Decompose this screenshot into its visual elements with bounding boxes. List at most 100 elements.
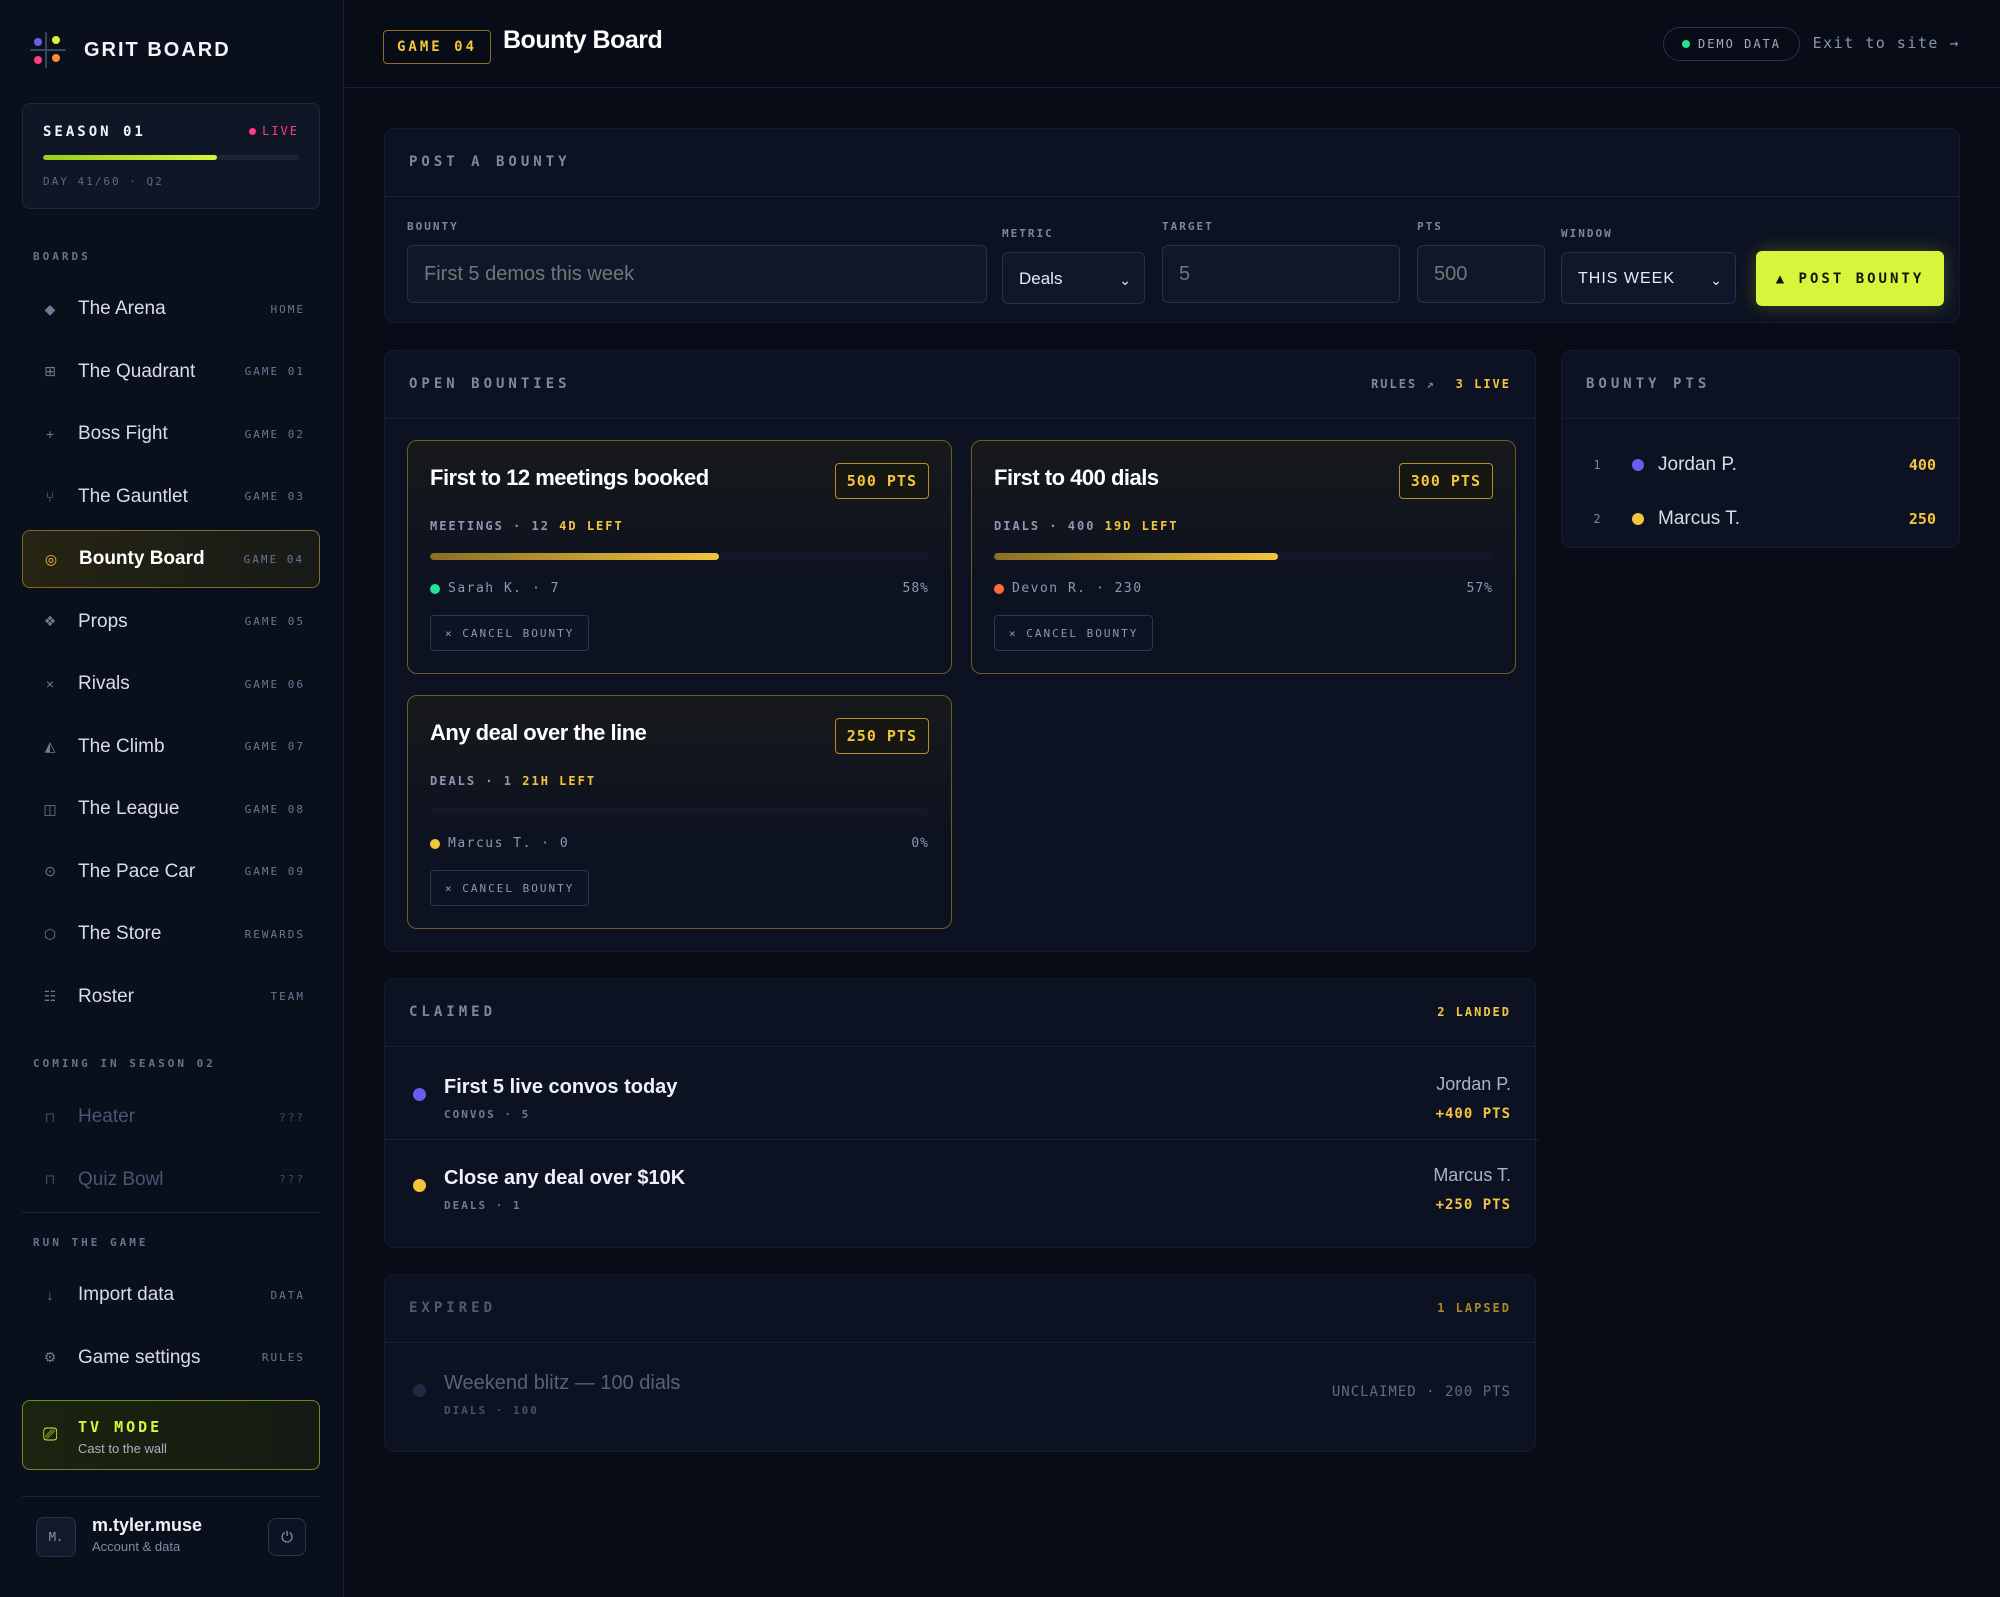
post-bounty-title: POST A BOUNTY: [409, 154, 571, 170]
target-input[interactable]: [1162, 245, 1400, 303]
brand[interactable]: GRIT BOARD: [30, 32, 231, 68]
sidebar-run-item-label: Game settings: [78, 1346, 201, 1368]
bounty-input[interactable]: [407, 245, 987, 303]
expired-header: EXPIRED 1 LAPSED: [385, 1275, 1535, 1343]
bounty-progress-bar: [430, 808, 928, 815]
bounty-card-pts: 250 PTS: [834, 718, 929, 754]
live-dot-icon: [249, 127, 257, 135]
user-account[interactable]: M. m.tyler.muse Account & data ⏻: [22, 1496, 320, 1576]
sidebar-item-label: The Climb: [78, 735, 165, 757]
claimed-count: 2 LANDED: [1437, 1005, 1511, 1019]
bounty-card-metric: MEETINGS · 12: [430, 519, 550, 533]
expired-title: EXPIRED: [409, 1300, 497, 1316]
sidebar-item-1[interactable]: ⊞ The Quadrant GAME 01: [22, 343, 320, 401]
open-bounties-panel: OPEN BOUNTIES RULES ↗ 3 LIVE First to 12…: [384, 350, 1536, 952]
cancel-bounty-button[interactable]: × CANCEL BOUNTY: [430, 615, 590, 651]
tv-mode-title: TV MODE: [78, 1418, 163, 1436]
bounty-card-pct: 57%: [1466, 581, 1493, 596]
sidebar-item-5[interactable]: ❖ Props GAME 05: [22, 593, 320, 651]
season-progress-bar: [43, 155, 299, 160]
sidebar-run-item-1[interactable]: ⚙ Game settings RULES: [22, 1329, 320, 1387]
cancel-bounty-button[interactable]: × CANCEL BOUNTY: [994, 615, 1154, 651]
sidebar-item-tag: GAME 08: [244, 802, 305, 816]
bounty-card-leader: Marcus T. · 0: [430, 836, 569, 851]
window-label: WINDOW: [1561, 227, 1613, 240]
sidebar-item-3[interactable]: ⑂ The Gauntlet GAME 03: [22, 468, 320, 526]
sidebar-item-label: Rivals: [78, 673, 130, 694]
open-bounties-title: OPEN BOUNTIES: [409, 376, 571, 392]
sidebar-item-label: The Pace Car: [78, 860, 196, 882]
sidebar-run-item-0[interactable]: ↓ Import data DATA: [22, 1266, 320, 1324]
sidebar-item-9[interactable]: ⊙ The Pace Car GAME 09: [22, 843, 320, 901]
bounty-card-pts: 500 PTS: [834, 463, 929, 499]
pts-input[interactable]: [1417, 245, 1545, 303]
bounty-card-pct: 0%: [911, 836, 929, 851]
sidebar-item-11[interactable]: ☷ Roster TEAM: [22, 968, 320, 1026]
power-icon[interactable]: ⏻: [268, 1518, 306, 1556]
claimed-by: Jordan P.: [1436, 1074, 1511, 1094]
bounty-card-leader: Devon R. · 230: [994, 581, 1143, 596]
sidebar-run-item-icon: ↓: [46, 1287, 54, 1303]
claimed-row[interactable]: Close any deal over $10K DEALS · 1 Marcus …: [385, 1139, 1539, 1229]
coming-section-label: COMING IN SEASON 02: [33, 1057, 216, 1070]
bounty-pts-panel: BOUNTY PTS 1 Jordan P. 400 2 Marcus T. 250: [1561, 350, 1960, 548]
sidebar-item-label: The Gauntlet: [78, 485, 188, 507]
bounty-card[interactable]: First to 400 dials 300 PTS DIALS · 400 19D…: [971, 440, 1516, 674]
sidebar-item-7[interactable]: ◭ The Climb GAME 07: [22, 718, 320, 776]
bounty-card-pct: 58%: [902, 581, 929, 596]
leader-name: Marcus T. · 0: [448, 836, 570, 851]
rules-link[interactable]: RULES ↗: [1371, 377, 1436, 391]
rank-row[interactable]: 1 Jordan P. 400: [1562, 439, 1960, 491]
season-card: SEASON 01 LIVE DAY 41/60 · Q2: [22, 103, 320, 209]
metric-select-wrap[interactable]: Deals ⌄: [1002, 252, 1145, 304]
sidebar-item-tag: GAME 09: [244, 865, 305, 878]
window-select[interactable]: THIS WEEK: [1561, 252, 1736, 304]
exit-link[interactable]: Exit to site →: [1813, 34, 1960, 52]
sidebar-item-6[interactable]: × Rivals GAME 06: [22, 655, 320, 713]
season-progress-fill: [43, 155, 218, 160]
bounty-card[interactable]: Any deal over the line 250 PTS DEALS · 1 2…: [407, 695, 952, 929]
sidebar-item-tag: REWARDS: [244, 927, 305, 941]
sidebar-item-10[interactable]: ⬡ The Store REWARDS: [22, 905, 320, 963]
open-bounties-meta: RULES ↗ 3 LIVE: [1371, 377, 1511, 391]
metric-select[interactable]: Deals: [1002, 252, 1145, 304]
sidebar-locked-item-0: ⊓ Heater???: [22, 1088, 320, 1146]
bounty-card-title: First to 12 meetings booked: [430, 465, 709, 490]
window-select-wrap[interactable]: THIS WEEK ⌄: [1561, 252, 1736, 304]
sidebar-item-2[interactable]: + Boss Fight GAME 02: [22, 405, 320, 463]
expired-row[interactable]: Weekend blitz — 100 dials DIALS · 100 UNCL…: [385, 1344, 1539, 1434]
claimed-meta: CONVOS · 5: [444, 1108, 531, 1121]
bounty-pts-header: BOUNTY PTS: [1562, 351, 1959, 419]
claimer-dot-icon: [413, 1179, 426, 1192]
player-dot-icon: [1632, 459, 1644, 471]
demo-data-badge[interactable]: DEMO DATA: [1662, 27, 1800, 61]
bounty-card-meta: MEETINGS · 12 4D LEFT: [430, 519, 624, 533]
live-count: 3 LIVE: [1455, 377, 1511, 391]
pts-label: PTS: [1417, 220, 1443, 233]
sidebar-item-icon: ☷: [43, 988, 57, 1004]
sidebar-item-icon: ⊞: [44, 363, 56, 379]
sidebar-item-label: The League: [78, 798, 180, 819]
sidebar-item-0[interactable]: ◆ The Arena HOME: [22, 280, 320, 338]
sidebar-run-item-label: Import data: [78, 1284, 175, 1305]
claimed-row[interactable]: First 5 live convos today CONVOS · 5 Jorda…: [385, 1048, 1539, 1138]
expired-meta: DIALS · 100: [444, 1404, 539, 1417]
sidebar-item-4[interactable]: ◎ Bounty Board GAME 04: [22, 530, 320, 588]
open-bounties-header: OPEN BOUNTIES RULES ↗ 3 LIVE: [385, 351, 1535, 419]
sidebar-item-label: Boss Fight: [78, 423, 168, 444]
rank-number: 2: [1593, 512, 1601, 526]
post-bounty-button[interactable]: ▲ POST BOUNTY: [1756, 251, 1944, 306]
sidebar-locked-item-1: ⊓ Quiz Bowl???: [22, 1151, 320, 1209]
bounty-card[interactable]: First to 12 meetings booked 500 PTS MEETIN…: [407, 440, 952, 674]
rank-number: 1: [1593, 458, 1601, 472]
sidebar-item-8[interactable]: ◫ The League GAME 08: [22, 780, 320, 838]
sidebar-item-tag: HOME: [270, 302, 305, 316]
rank-row[interactable]: 2 Marcus T. 250: [1562, 493, 1960, 545]
bounty-label: BOUNTY: [407, 220, 459, 233]
sidebar-divider: [22, 1212, 320, 1213]
bounty-card-title: First to 400 dials: [994, 465, 1159, 490]
cancel-bounty-button[interactable]: × CANCEL BOUNTY: [430, 870, 590, 906]
tv-mode-button[interactable]: ⎚ TV MODE Cast to the wall: [22, 1400, 320, 1470]
season-title: SEASON 01: [43, 124, 146, 140]
live-badge: LIVE: [249, 124, 299, 138]
